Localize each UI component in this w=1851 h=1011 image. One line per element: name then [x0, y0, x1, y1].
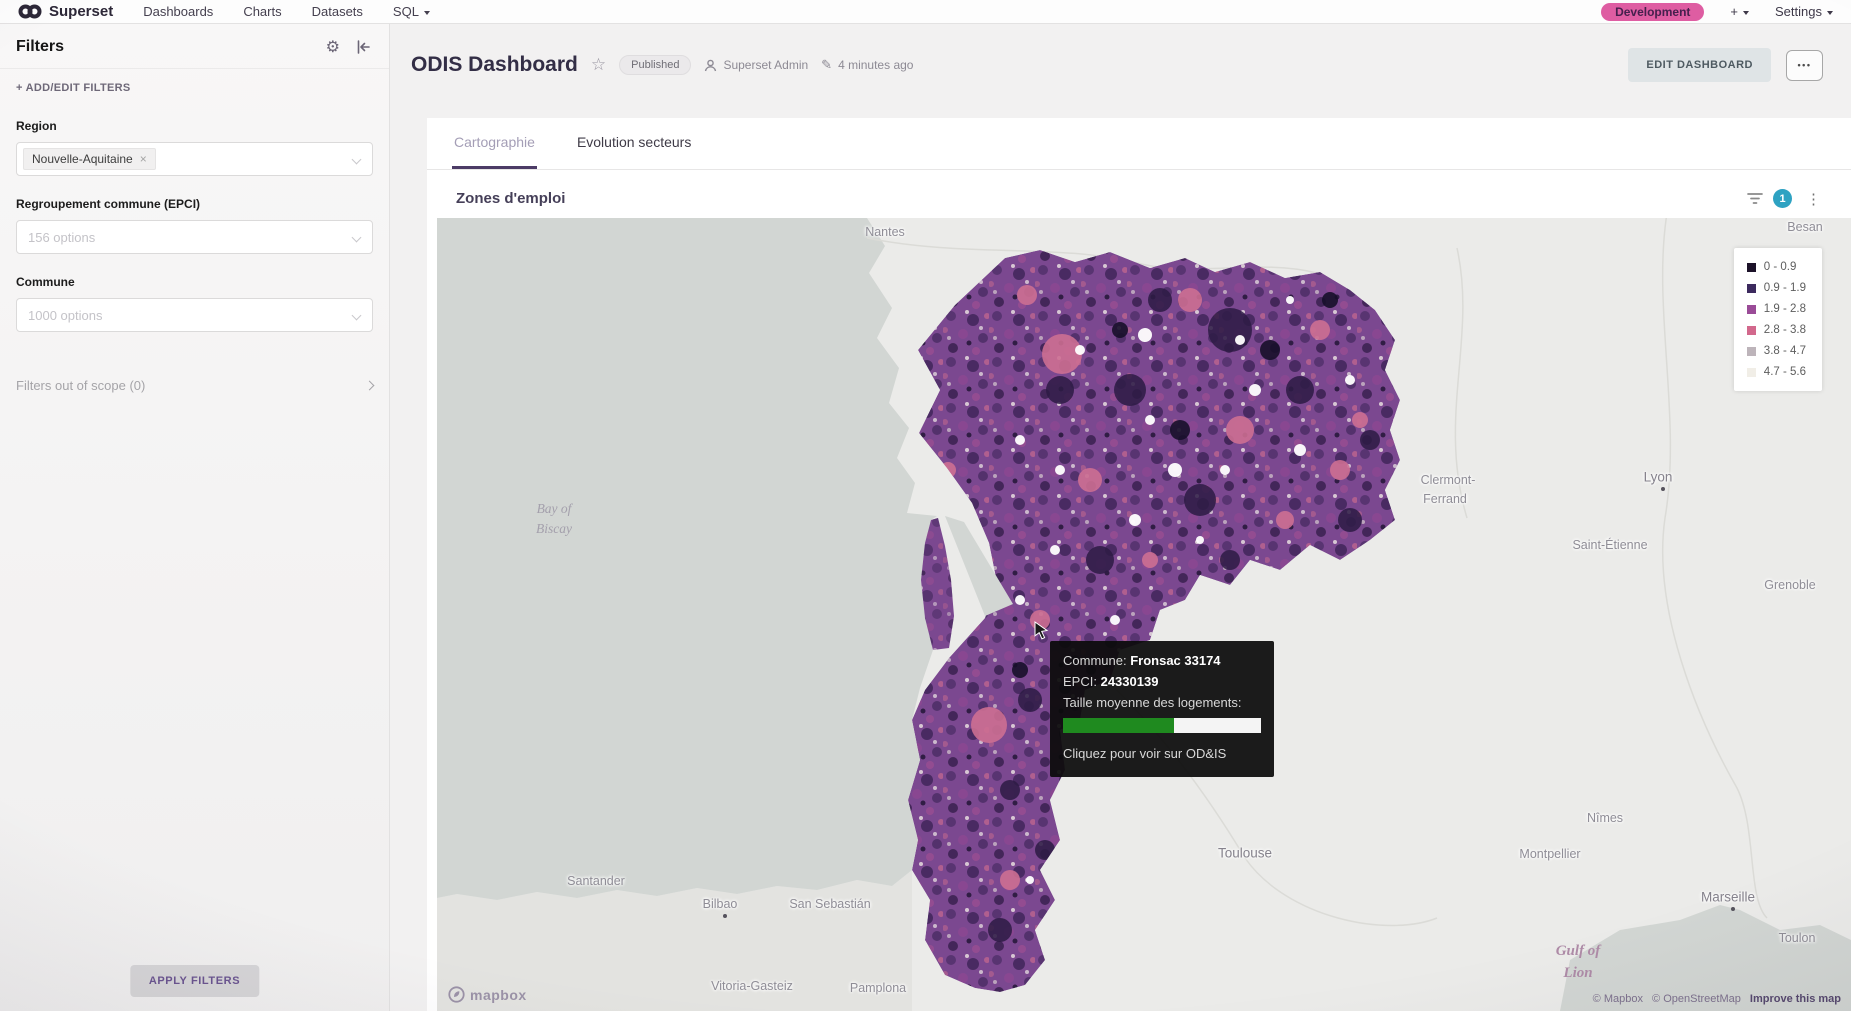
commune-placeholder: 1000 options — [23, 308, 102, 323]
user-icon — [704, 59, 717, 72]
legend-item: 3.8 - 4.7 — [1747, 345, 1806, 357]
chart-title: Zones d'emploi — [456, 190, 565, 207]
dashboard-header: ODIS Dashboard ☆ Published Superset Admi… — [390, 24, 1851, 82]
legend-item: 0 - 0.9 — [1747, 261, 1806, 273]
tab-cartographie[interactable]: Cartographie — [452, 118, 537, 169]
superset-dashboard-screen: Superset Dashboards Charts Datasets SQL Dev… — [0, 0, 1851, 1011]
legend-swatch — [1747, 284, 1756, 293]
edit-dashboard-button[interactable]: EDIT DASHBOARD — [1628, 48, 1771, 82]
kebab-menu-icon[interactable]: ⋮ — [1802, 190, 1825, 208]
legend-swatch — [1747, 368, 1756, 377]
dashboard-panel: Cartographie Evolution secteurs Zones d'… — [427, 118, 1851, 1011]
legend-label: 4.7 - 5.6 — [1764, 366, 1806, 378]
region-select[interactable]: Nouvelle-Aquitaine × — [16, 142, 373, 176]
nav-item-charts[interactable]: Charts — [243, 4, 281, 19]
city-dot — [723, 914, 727, 918]
new-item-button[interactable]: + — [1730, 4, 1749, 19]
chevron-down-icon — [352, 311, 362, 321]
legend-item: 4.7 - 5.6 — [1747, 366, 1806, 378]
filters-sidebar: Filters ⚙ + ADD/EDIT FILTERS Region Nouv… — [0, 24, 390, 1011]
superset-brand[interactable]: Superset — [18, 3, 113, 20]
superset-logo-icon — [18, 4, 42, 19]
mapbox-attribution[interactable]: © Mapbox — [1593, 993, 1643, 1005]
france-map-svg — [437, 218, 1851, 1011]
legend-label: 3.8 - 4.7 — [1764, 345, 1806, 357]
legend-item: 1.9 - 2.8 — [1747, 303, 1806, 315]
osm-attribution[interactable]: © OpenStreetMap — [1652, 993, 1741, 1005]
remove-tag-icon[interactable]: × — [140, 152, 147, 166]
city-dot — [1661, 487, 1665, 491]
tooltip-cta: Cliquez pour voir sur OD&IS — [1063, 744, 1261, 765]
epci-placeholder: 156 options — [23, 230, 95, 245]
improve-map-link[interactable]: Improve this map — [1750, 993, 1841, 1005]
dashboard-title: ODIS Dashboard — [411, 53, 578, 77]
dashboard-tabs: Cartographie Evolution secteurs — [427, 118, 1851, 170]
legend-label: 1.9 - 2.8 — [1764, 303, 1806, 315]
filters-header: Filters ⚙ — [0, 24, 389, 69]
chevron-down-icon — [352, 233, 362, 243]
filter-group-commune: Commune 1000 options — [0, 275, 389, 332]
legend-swatch — [1747, 326, 1756, 335]
filters-out-of-scope[interactable]: Filters out of scope (0) — [16, 378, 373, 393]
mapbox-icon — [448, 986, 465, 1003]
chevron-down-icon — [352, 155, 362, 165]
map-attribution: © Mapbox © OpenStreetMap Improve this ma… — [1587, 993, 1841, 1005]
filters-title: Filters — [16, 38, 64, 56]
legend-label: 2.8 - 3.8 — [1764, 324, 1806, 336]
topnav-right: Development + Settings — [1601, 3, 1833, 21]
caret-down-icon — [1743, 11, 1749, 15]
environment-tag: Development — [1601, 3, 1704, 21]
dashboard-author: Superset Admin — [704, 58, 808, 72]
nav-item-sql[interactable]: SQL — [393, 4, 430, 19]
legend-swatch — [1747, 347, 1756, 356]
atlantic-ocean — [437, 218, 937, 900]
chevron-right-icon — [365, 381, 375, 391]
region-label: Region — [16, 119, 373, 133]
epci-label: Regroupement commune (EPCI) — [16, 197, 373, 211]
legend-swatch — [1747, 305, 1756, 314]
last-modified: ✎ 4 minutes ago — [821, 57, 913, 73]
collapse-sidebar-icon[interactable] — [356, 40, 371, 54]
nav-item-dashboards[interactable]: Dashboards — [143, 4, 213, 19]
choropleth-map[interactable]: NantesBesanClermont-FerrandLyonSaint-Éti… — [437, 218, 1851, 1011]
commune-select[interactable]: 1000 options — [16, 298, 373, 332]
brand-name: Superset — [49, 3, 113, 20]
tooltip-progress-bar — [1063, 718, 1261, 733]
top-navigation-bar: Superset Dashboards Charts Datasets SQL Dev… — [0, 0, 1851, 24]
nav-item-datasets[interactable]: Datasets — [312, 4, 363, 19]
caret-down-icon — [424, 11, 430, 15]
legend-item: 0.9 - 1.9 — [1747, 282, 1806, 294]
filter-group-epci: Regroupement commune (EPCI) 156 options — [0, 197, 389, 254]
legend-swatch — [1747, 263, 1756, 272]
mapbox-logo[interactable]: mapbox — [448, 986, 527, 1003]
pencil-icon: ✎ — [821, 57, 832, 73]
legend-label: 0.9 - 1.9 — [1764, 282, 1806, 294]
tab-evolution-secteurs[interactable]: Evolution secteurs — [575, 118, 693, 169]
add-edit-filters-button[interactable]: + ADD/EDIT FILTERS — [0, 69, 389, 98]
applied-filters-icon[interactable] — [1747, 192, 1763, 205]
map-legend: 0 - 0.9 0.9 - 1.9 1.9 - 2.8 2.8 - 3.8 3.8 - … — [1734, 248, 1822, 391]
filter-group-region: Region Nouvelle-Aquitaine × — [0, 119, 389, 176]
city-dot — [1731, 907, 1735, 911]
legend-label: 0 - 0.9 — [1764, 261, 1797, 273]
map-tooltip: Commune: Fronsac 33174 EPCI: 24330139 Ta… — [1050, 641, 1274, 777]
gear-icon[interactable]: ⚙ — [326, 37, 340, 57]
legend-item: 2.8 - 3.8 — [1747, 324, 1806, 336]
tooltip-epci: EPCI: 24330139 — [1063, 672, 1261, 693]
region-value-tag: Nouvelle-Aquitaine × — [23, 148, 156, 170]
tooltip-metric-label: Taille moyenne des logements: — [1063, 693, 1261, 714]
more-options-button[interactable]: ••• — [1786, 50, 1823, 81]
published-badge[interactable]: Published — [619, 55, 691, 75]
chart-header: Zones d'emploi 1 ⋮ — [427, 170, 1851, 217]
apply-filters-button[interactable]: APPLY FILTERS — [130, 965, 259, 997]
settings-menu[interactable]: Settings — [1775, 4, 1833, 19]
nav-items: Dashboards Charts Datasets SQL — [143, 4, 430, 19]
main-area: ODIS Dashboard ☆ Published Superset Admi… — [390, 24, 1851, 1011]
epci-select[interactable]: 156 options — [16, 220, 373, 254]
filter-count-badge[interactable]: 1 — [1773, 189, 1792, 208]
commune-label: Commune — [16, 275, 373, 289]
caret-down-icon — [1827, 11, 1833, 15]
favorite-star-icon[interactable]: ☆ — [591, 55, 606, 75]
tooltip-commune: Commune: Fronsac 33174 — [1063, 651, 1261, 672]
